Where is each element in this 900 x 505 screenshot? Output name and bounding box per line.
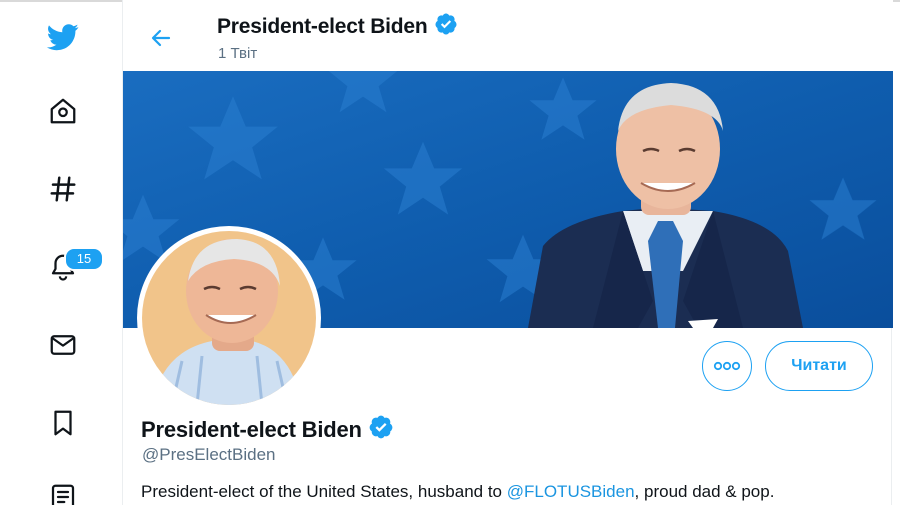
nav-home[interactable] — [38, 86, 88, 136]
verified-badge-icon — [368, 414, 394, 446]
back-button[interactable] — [143, 20, 179, 56]
hashtag-icon — [50, 176, 76, 202]
profile-handle: @PresElectBiden — [142, 445, 276, 464]
follow-button[interactable]: Читати — [765, 341, 873, 391]
bookmark-icon — [54, 410, 72, 436]
profile-bio: President-elect of the United States, hu… — [141, 482, 774, 502]
nav-lists[interactable] — [38, 472, 88, 505]
home-icon — [50, 98, 76, 124]
profile-avatar[interactable] — [137, 226, 321, 410]
header-title-text: President-elect Biden — [217, 15, 428, 38]
profile-header-bar: President-elect Biden 1 Твіт — [123, 0, 893, 71]
bio-text-end: , proud dad & pop. — [634, 482, 775, 501]
twitter-logo-button[interactable] — [38, 12, 88, 62]
nav-bookmarks[interactable] — [38, 398, 88, 448]
bio-text-start: President-elect of the United States, hu… — [141, 482, 507, 501]
list-icon — [51, 484, 75, 505]
twitter-bird-icon — [46, 24, 79, 51]
header-title: President-elect Biden — [217, 12, 458, 42]
profile-name: President-elect Biden — [141, 414, 394, 446]
notification-count-badge: 15 — [64, 247, 104, 271]
profile-column: President-elect Biden 1 Твіт Читати Pres… — [122, 0, 893, 505]
more-options-icon — [713, 361, 741, 371]
mail-icon — [50, 335, 76, 355]
nav-explore[interactable] — [38, 164, 88, 214]
nav-messages[interactable] — [38, 320, 88, 370]
profile-name-text: President-elect Biden — [141, 417, 362, 442]
nav-notifications[interactable]: 15 — [38, 242, 104, 292]
tweet-count: 1 Твіт — [218, 45, 258, 62]
sidebar-nav: 15 — [0, 0, 122, 505]
verified-badge-icon — [434, 12, 458, 42]
bio-mention-link[interactable]: @FLOTUSBiden — [507, 482, 635, 501]
back-arrow-icon — [151, 29, 171, 47]
more-options-button[interactable] — [702, 341, 752, 391]
